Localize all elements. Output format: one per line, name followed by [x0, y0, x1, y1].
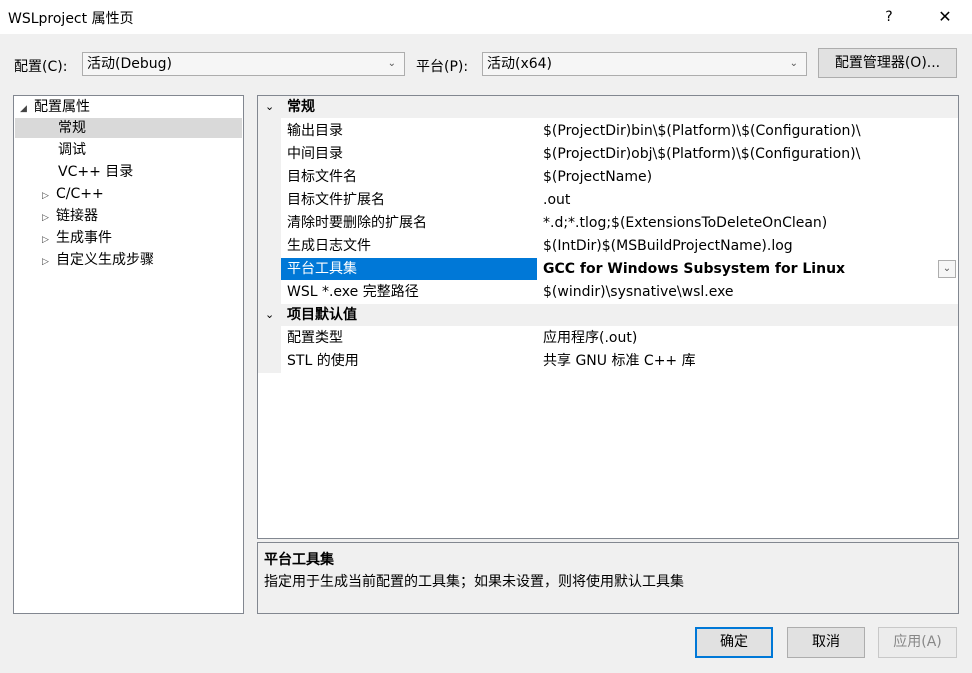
category-project-defaults[interactable]: ⌄ 项目默认值	[258, 304, 958, 326]
platform-dropdown[interactable]: 活动(x64) ⌄	[482, 52, 807, 76]
property-name: 配置类型	[287, 330, 343, 346]
property-row[interactable]: 目标文件扩展名 .out	[281, 189, 958, 211]
apply-button[interactable]: 应用(A)	[878, 627, 957, 658]
property-row[interactable]: WSL *.exe 完整路径 $(windir)\sysnative\wsl.e…	[281, 281, 958, 303]
property-value[interactable]: $(windir)\sysnative\wsl.exe	[543, 281, 734, 303]
property-name: 平台工具集	[287, 261, 357, 277]
property-value[interactable]: $(IntDir)$(MSBuildProjectName).log	[543, 235, 793, 257]
platform-dropdown-value: 活动(x64)	[487, 56, 553, 72]
property-value[interactable]: *.d;*.tlog;$(ExtensionsToDeleteOnClean)	[543, 212, 827, 234]
chevron-down-icon: ⌄	[387, 58, 396, 69]
property-row[interactable]: 目标文件名 $(ProjectName)	[281, 166, 958, 188]
config-dropdown-value: 活动(Debug)	[87, 56, 172, 72]
property-value[interactable]: $(ProjectName)	[543, 166, 652, 188]
value-dropdown-button[interactable]: ⌄	[938, 260, 956, 278]
property-name: STL 的使用	[287, 353, 359, 369]
collapse-triangle-icon[interactable]: ◢	[20, 99, 34, 119]
property-row-selected[interactable]: 平台工具集 GCC for Windows Subsystem for Linu…	[281, 258, 958, 280]
chevron-down-icon[interactable]: ⌄	[265, 96, 274, 118]
tree-item-general[interactable]: 常规	[15, 118, 242, 138]
property-tree[interactable]: ◢ 配置属性 常规 调试 VC++ 目录 ▷ C/C++ ▷ 链接器 ▷ 生成事件 ▷ 自…	[13, 95, 244, 614]
property-value[interactable]: $(ProjectDir)obj\$(Platform)\$(Configura…	[543, 143, 860, 165]
expand-triangle-icon[interactable]: ▷	[42, 252, 56, 272]
property-row[interactable]: 中间目录 $(ProjectDir)obj\$(Platform)\$(Conf…	[281, 143, 958, 165]
property-value[interactable]: .out	[543, 189, 570, 211]
description-text: 指定用于生成当前配置的工具集；如果未设置，则将使用默认工具集	[264, 574, 684, 590]
property-value[interactable]: 应用程序(.out)	[543, 327, 637, 349]
platform-label: 平台(P):	[416, 59, 469, 75]
property-row[interactable]: 输出目录 $(ProjectDir)bin\$(Platform)\$(Conf…	[281, 120, 958, 142]
expand-triangle-icon[interactable]: ▷	[42, 208, 56, 228]
property-name: 生成日志文件	[287, 238, 371, 254]
help-button[interactable]: ?	[874, 6, 904, 28]
property-name: WSL *.exe 完整路径	[287, 284, 419, 300]
expand-triangle-icon[interactable]: ▷	[42, 230, 56, 250]
property-row[interactable]: 清除时要删除的扩展名 *.d;*.tlog;$(ExtensionsToDele…	[281, 212, 958, 234]
tree-item-vc-directories[interactable]: VC++ 目录	[58, 162, 133, 182]
tree-item-build-events[interactable]: ▷ 生成事件	[42, 228, 112, 248]
grid-gutter	[258, 96, 281, 373]
config-manager-button[interactable]: 配置管理器(O)...	[818, 48, 957, 78]
chevron-down-icon: ⌄	[789, 58, 798, 69]
tree-item-custom-build-step[interactable]: ▷ 自定义生成步骤	[42, 250, 154, 270]
title-bar: WSLproject 属性页 ? ✕	[0, 0, 972, 34]
property-name: 目标文件名	[287, 169, 357, 185]
config-dropdown[interactable]: 活动(Debug) ⌄	[82, 52, 405, 76]
property-value[interactable]: 共享 GNU 标准 C++ 库	[543, 350, 696, 372]
property-name: 中间目录	[287, 146, 343, 162]
description-title: 平台工具集	[264, 552, 334, 568]
property-row[interactable]: STL 的使用 共享 GNU 标准 C++ 库	[281, 350, 958, 372]
property-row[interactable]: 生成日志文件 $(IntDir)$(MSBuildProjectName).lo…	[281, 235, 958, 257]
property-name: 目标文件扩展名	[287, 192, 385, 208]
tree-item-debugging[interactable]: 调试	[58, 140, 86, 160]
chevron-down-icon[interactable]: ⌄	[265, 304, 274, 326]
expand-triangle-icon[interactable]: ▷	[42, 186, 56, 206]
close-button[interactable]: ✕	[930, 6, 960, 28]
ok-button[interactable]: 确定	[695, 627, 773, 658]
property-row[interactable]: 配置类型 应用程序(.out)	[281, 327, 958, 349]
tree-item-config-properties[interactable]: ◢ 配置属性	[20, 97, 90, 117]
config-label: 配置(C):	[14, 59, 68, 75]
window-title: WSLproject 属性页	[8, 11, 134, 27]
property-name: 清除时要删除的扩展名	[287, 215, 427, 231]
tree-item-cpp[interactable]: ▷ C/C++	[42, 184, 104, 204]
description-pane: 平台工具集 指定用于生成当前配置的工具集；如果未设置，则将使用默认工具集	[257, 542, 959, 614]
category-general[interactable]: ⌄ 常规	[258, 96, 958, 118]
property-grid[interactable]: ⌄ 常规 输出目录 $(ProjectDir)bin\$(Platform)\$…	[257, 95, 959, 539]
tree-item-linker[interactable]: ▷ 链接器	[42, 206, 98, 226]
property-value[interactable]: $(ProjectDir)bin\$(Platform)\$(Configura…	[543, 120, 861, 142]
cancel-button[interactable]: 取消	[787, 627, 865, 658]
property-name: 输出目录	[287, 123, 343, 139]
property-value[interactable]: GCC for Windows Subsystem for Linux	[543, 258, 845, 280]
